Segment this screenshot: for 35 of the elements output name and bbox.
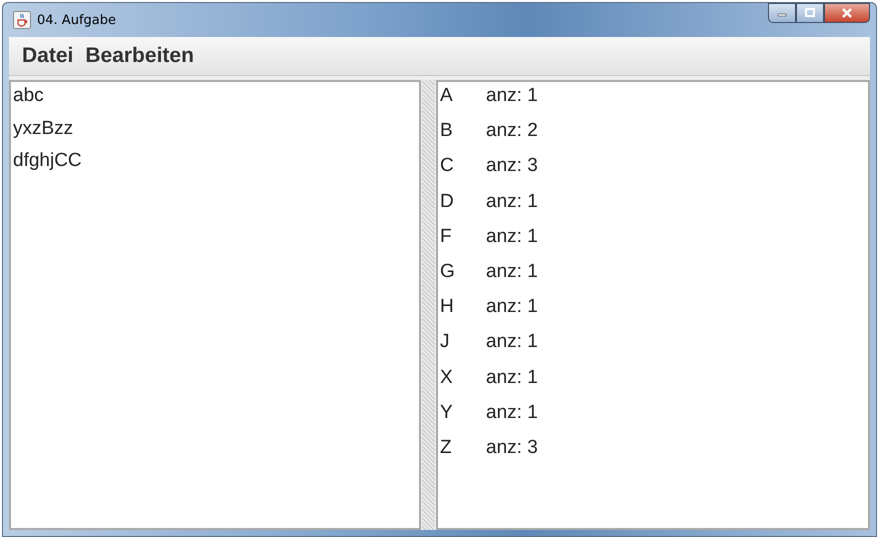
- count-label: anz: 1: [486, 331, 538, 354]
- letter-label: X: [440, 366, 454, 390]
- count-label: anz: 1: [486, 366, 538, 390]
- letter-label: D: [440, 190, 455, 214]
- letter-label: H: [440, 296, 455, 320]
- menu-item[interactable]: Bearbeiten: [85, 44, 194, 68]
- letter-label: C: [440, 155, 455, 178]
- maximize-button[interactable]: [796, 3, 824, 23]
- letter-label: G: [440, 260, 456, 284]
- count-label: anz: 1: [486, 260, 538, 284]
- menu-item[interactable]: Datei: [22, 44, 74, 68]
- letter-label: Y: [440, 402, 454, 425]
- letter-label: A: [440, 85, 454, 108]
- letter-label: J: [440, 331, 450, 354]
- minimize-button[interactable]: [768, 3, 796, 23]
- text-line: abc: [13, 85, 44, 106]
- count-label: anz: 1: [486, 226, 538, 249]
- close-button[interactable]: [824, 3, 870, 23]
- count-label: anz: 3: [486, 155, 538, 178]
- letter-label: F: [440, 226, 453, 249]
- count-label: anz: 1: [486, 296, 538, 320]
- text-line: dfghjCC: [13, 150, 82, 171]
- cup-icon: [13, 11, 31, 29]
- close-icon: [840, 7, 854, 19]
- count-label: anz: 2: [486, 120, 538, 144]
- letter-label: B: [440, 120, 454, 144]
- count-label: anz: 1: [486, 85, 538, 108]
- text-line: yxzBzz: [13, 118, 74, 138]
- count-label: anz: 1: [486, 402, 538, 425]
- count-label: anz: 3: [486, 436, 538, 460]
- letter-label: Z: [440, 436, 453, 460]
- count-label: anz: 1: [486, 190, 538, 214]
- window-title: 04. Aufgabe: [37, 12, 116, 28]
- maximize-icon: [804, 8, 816, 18]
- text-area[interactable]: abc yxzBzz dfghjCC: [9, 80, 421, 530]
